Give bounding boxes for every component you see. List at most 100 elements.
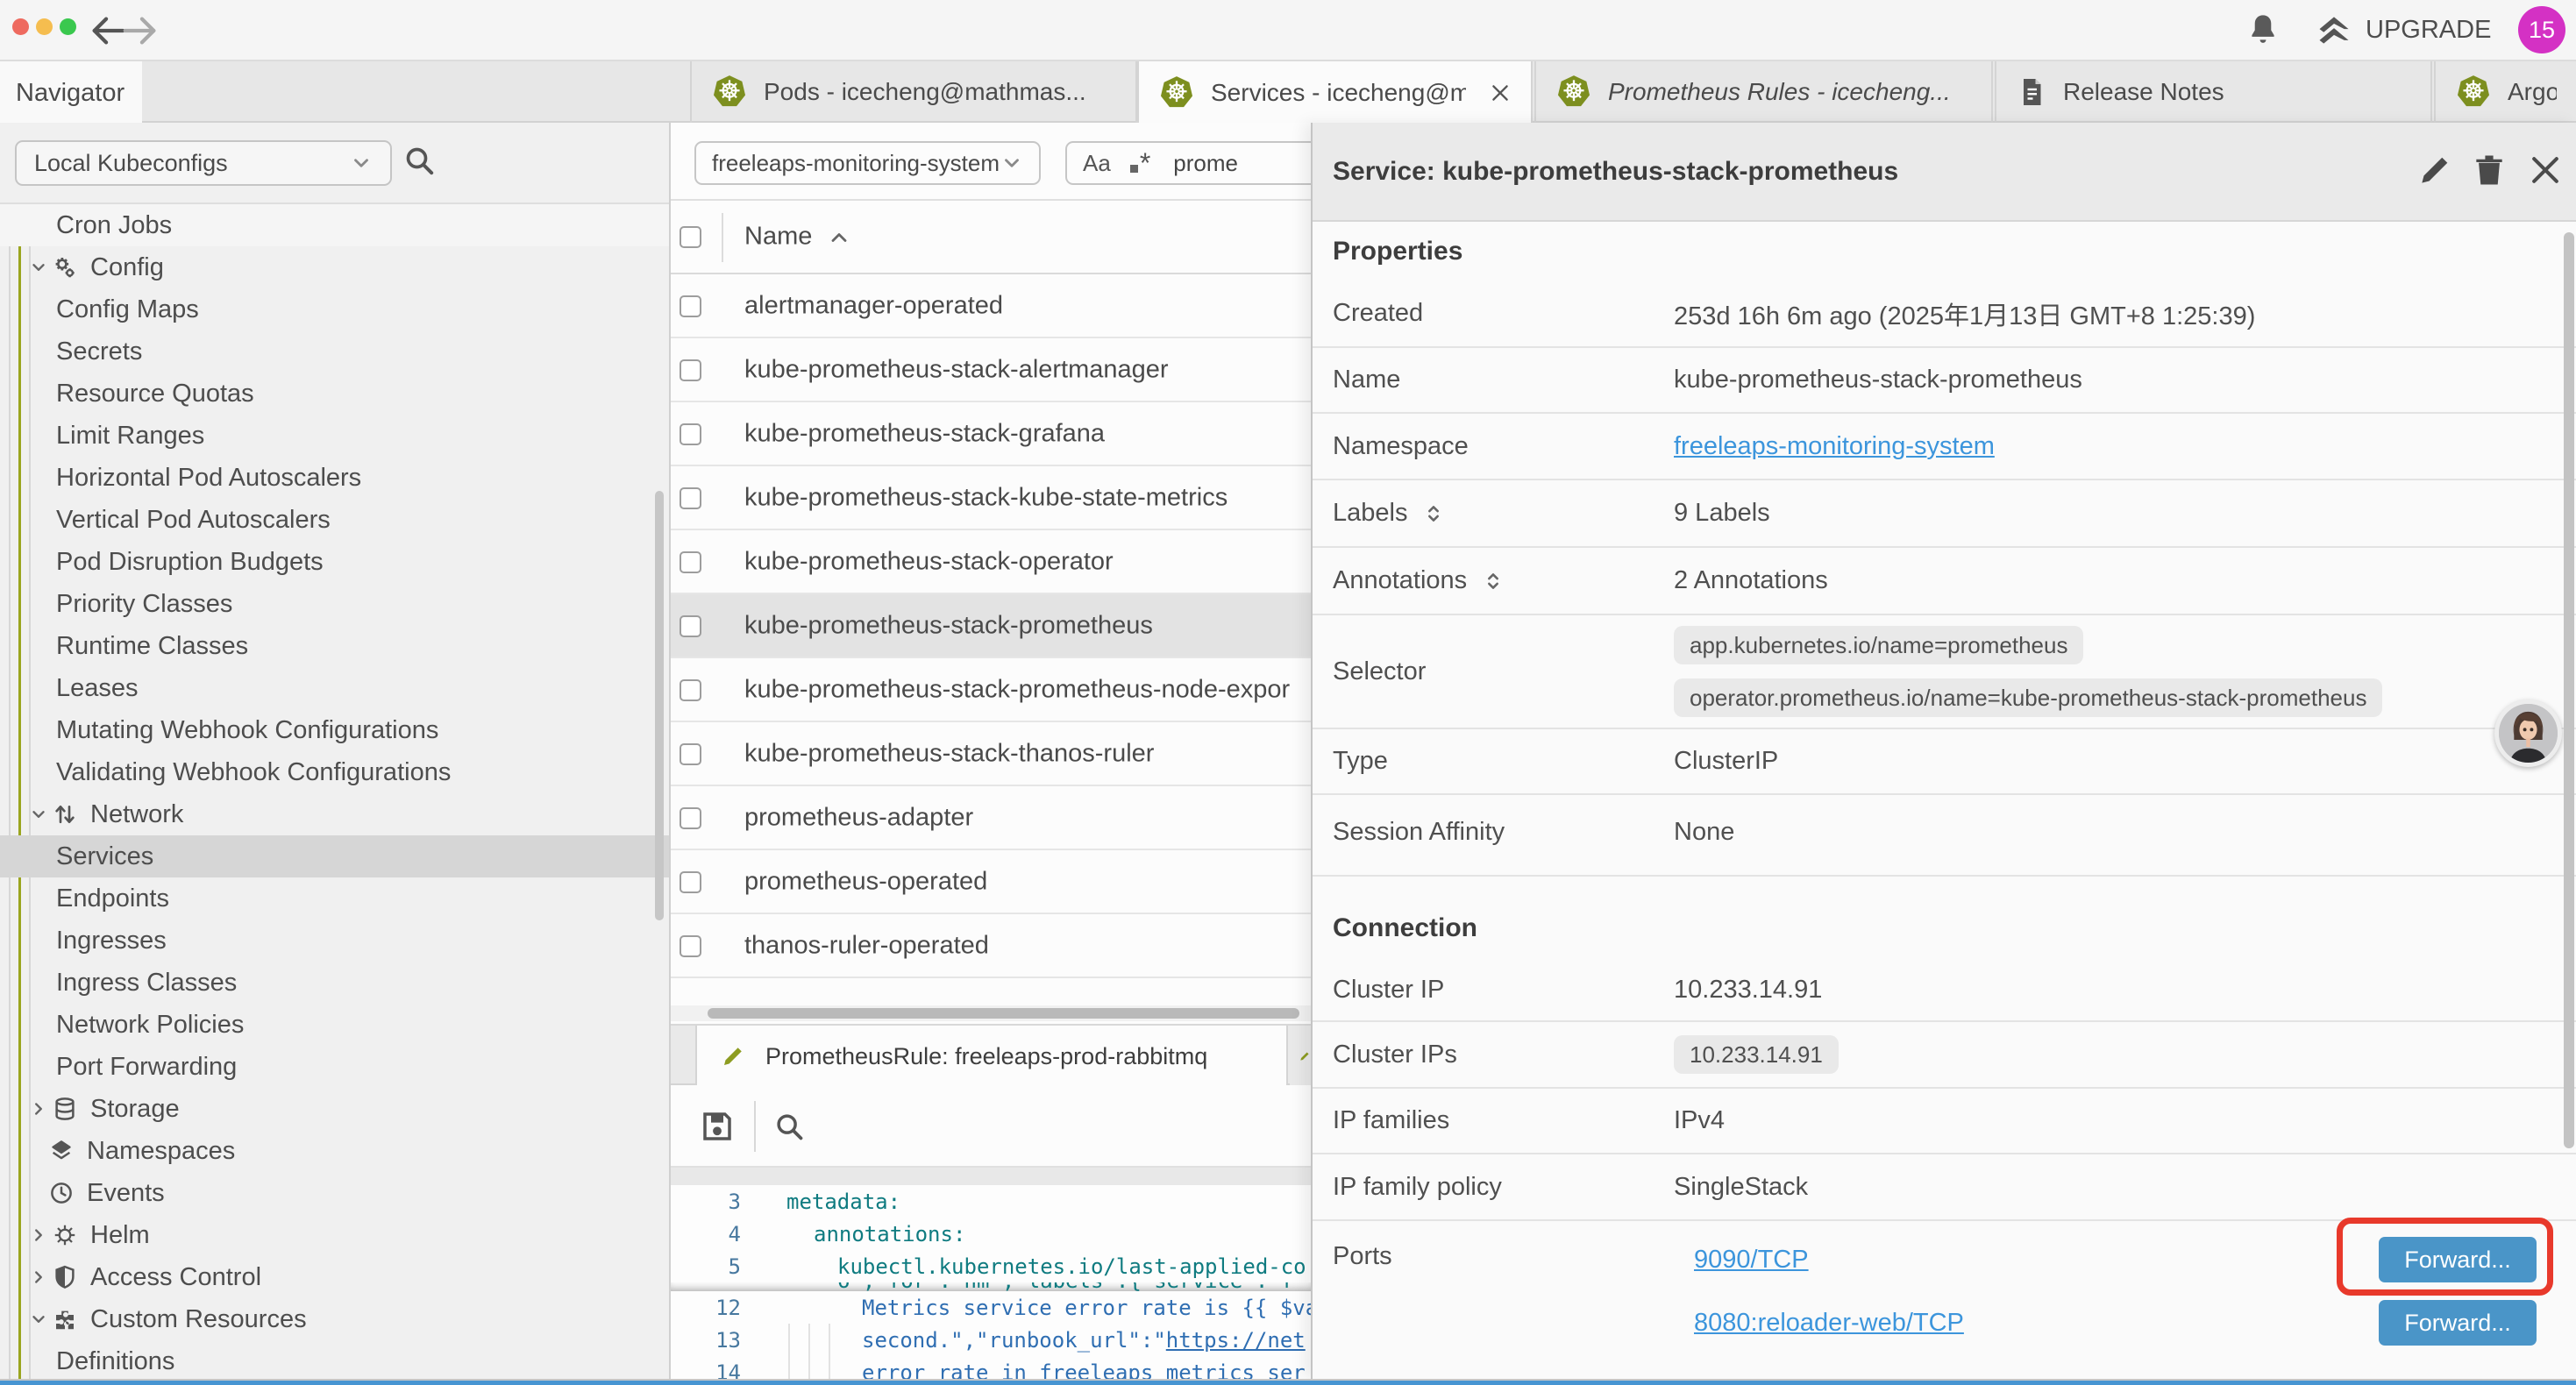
tab-release-notes[interactable]: Release Notes [1995, 61, 2432, 123]
selector-chip[interactable]: operator.prometheus.io/name=kube-prometh… [1674, 678, 2382, 717]
tab-argo[interactable]: Argo Se [2434, 61, 2576, 123]
sidebar-item-ingress-classes[interactable]: Ingress Classes [0, 962, 669, 1004]
window-minimize-button[interactable] [36, 18, 53, 35]
tab-prometheus-rules[interactable]: Prometheus Rules - icecheng... [1534, 61, 1993, 123]
sidebar-item-port-forwarding[interactable]: Port Forwarding [0, 1046, 669, 1088]
sidebar-item-mutating-webhook-configurations[interactable]: Mutating Webhook Configurations [0, 709, 669, 751]
sidebar-item-runtime-classes[interactable]: Runtime Classes [0, 625, 669, 667]
delete-icon[interactable] [2470, 151, 2508, 189]
kubeconfig-selector[interactable]: Local Kubeconfigs [15, 140, 392, 186]
property-row-cluster-ip: Cluster IP 10.233.14.91 [1313, 960, 2576, 1022]
sidebar-scrollbar[interactable] [655, 491, 664, 920]
table-row[interactable]: kube-prometheus-stack-grafana [671, 402, 1311, 466]
row-checkbox[interactable] [680, 807, 701, 829]
row-checkbox[interactable] [680, 871, 701, 893]
window-zoom-button[interactable] [60, 18, 76, 35]
table-row[interactable]: alertmanager-operated [671, 274, 1311, 338]
editor-tab-prometheusrule[interactable]: PrometheusRule: freeleaps-prod-rabbitmq [695, 1026, 1288, 1087]
close-icon[interactable] [2526, 151, 2565, 189]
drawer-scrollbar[interactable] [2564, 232, 2574, 1148]
port-link-9090[interactable]: 9090/TCP [1694, 1246, 1809, 1275]
table-row[interactable]: kube-prometheus-stack-alertmanager [671, 338, 1311, 402]
table-row[interactable]: kube-prometheus-stack-thanos-ruler [671, 722, 1311, 786]
forward-arrow-icon[interactable] [120, 11, 160, 51]
table-row-selected[interactable]: kube-prometheus-stack-prometheus [671, 594, 1311, 658]
horizontal-scrollbar[interactable] [671, 1005, 1311, 1021]
row-checkbox[interactable] [680, 615, 701, 637]
sidebar-item-ingresses[interactable]: Ingresses [0, 920, 669, 962]
editor-search-icon[interactable] [772, 1110, 806, 1143]
port-link-8080[interactable]: 8080:reloader-web/TCP [1694, 1309, 1964, 1338]
edit-icon[interactable] [2416, 151, 2454, 189]
sidebar-item-config-maps[interactable]: Config Maps [0, 288, 669, 330]
row-checkbox[interactable] [680, 359, 701, 381]
sidebar-item-resource-quotas[interactable]: Resource Quotas [0, 373, 669, 415]
table-row[interactable]: thanos-ruler-operated [671, 914, 1311, 978]
sidebar-item-services[interactable]: Services [0, 835, 669, 877]
sidebar-item-limit-ranges[interactable]: Limit Ranges [0, 415, 669, 457]
sidebar-group-config[interactable]: Config [0, 246, 669, 288]
sidebar-item-definitions[interactable]: Definitions [0, 1340, 669, 1379]
sidebar-item-events[interactable]: Events [0, 1172, 669, 1214]
row-checkbox[interactable] [680, 423, 701, 445]
tab-pods[interactable]: Pods - icecheng@mathmas... [690, 61, 1137, 123]
editor-tab-partial[interactable] [1290, 1026, 1311, 1087]
sidebar-group-access-control[interactable]: Access Control [0, 1256, 669, 1298]
selector-chip[interactable]: app.kubernetes.io/name=prometheus [1674, 626, 2083, 664]
table-row[interactable]: prometheus-operated [671, 850, 1311, 914]
row-checkbox[interactable] [680, 935, 701, 957]
row-checkbox[interactable] [680, 487, 701, 509]
forward-button-8080[interactable]: Forward... [2379, 1300, 2537, 1346]
namespace-filter-dropdown[interactable]: freeleaps-monitoring-system [694, 141, 1041, 185]
sidebar-item-namespaces[interactable]: Namespaces [0, 1130, 669, 1172]
table-search-input[interactable]: Aa * prome [1065, 141, 1328, 185]
row-checkbox[interactable] [680, 743, 701, 765]
sidebar-group-custom-resources[interactable]: Custom Resources [0, 1298, 669, 1340]
sidebar-item-cron-jobs[interactable]: Cron Jobs [0, 204, 669, 246]
sidebar-group-network[interactable]: Network [0, 793, 669, 835]
sidebar-item-secrets[interactable]: Secrets [0, 330, 669, 373]
row-checkbox[interactable] [680, 679, 701, 701]
regex-toggle[interactable]: * [1130, 154, 1150, 173]
column-divider[interactable] [722, 213, 723, 262]
window-close-button[interactable] [12, 18, 29, 35]
row-checkbox[interactable] [680, 295, 701, 317]
table-row[interactable]: kube-prometheus-stack-kube-state-metrics [671, 466, 1311, 530]
match-case-toggle[interactable]: Aa [1083, 150, 1111, 177]
notification-count-badge[interactable]: 15 [2518, 6, 2565, 53]
navigator-panel-tab[interactable]: Navigator [0, 61, 142, 124]
sidebar-group-helm[interactable]: Helm [0, 1214, 669, 1256]
save-icon[interactable] [699, 1108, 736, 1145]
sidebar-item-horizontal-pod-autoscalers[interactable]: Horizontal Pod Autoscalers [0, 457, 669, 499]
table-row[interactable]: kube-prometheus-stack-operator [671, 530, 1311, 594]
sidebar-item-vertical-pod-autoscalers[interactable]: Vertical Pod Autoscalers [0, 499, 669, 541]
sort-ascending-icon[interactable] [827, 225, 851, 250]
sidebar-item-network-policies[interactable]: Network Policies [0, 1004, 669, 1046]
select-all-checkbox[interactable] [680, 226, 701, 248]
scrollbar-thumb[interactable] [708, 1008, 1299, 1019]
tab-close-icon[interactable] [1489, 82, 1512, 104]
expand-labels-icon[interactable] [1421, 501, 1446, 526]
tab-services[interactable]: Services - icecheng@math... [1137, 61, 1533, 124]
chevron-down-icon [1000, 152, 1023, 174]
sidebar-group-storage[interactable]: Storage [0, 1088, 669, 1130]
table-row[interactable]: kube-prometheus-stack-prometheus-node-ex… [671, 658, 1311, 722]
expand-annotations-icon[interactable] [1481, 569, 1505, 593]
sidebar-item-validating-webhook-configurations[interactable]: Validating Webhook Configurations [0, 751, 669, 793]
notifications-bell-icon[interactable] [2245, 11, 2281, 48]
row-checkbox[interactable] [680, 551, 701, 573]
namespace-link[interactable]: freeleaps-monitoring-system [1674, 432, 1995, 461]
drawer-title: Service: kube-prometheus-stack-prometheu… [1333, 157, 1898, 187]
user-avatar[interactable] [2494, 700, 2562, 767]
sidebar-search-icon[interactable] [402, 143, 437, 178]
sidebar-item-leases[interactable]: Leases [0, 667, 669, 709]
sidebar-item-endpoints[interactable]: Endpoints [0, 877, 669, 920]
cluster-ip-chip[interactable]: 10.233.14.91 [1674, 1035, 1839, 1074]
table-row[interactable]: prometheus-adapter [671, 786, 1311, 850]
upgrade-button[interactable]: UPGRADE [2315, 10, 2491, 50]
sidebar-item-priority-classes[interactable]: Priority Classes [0, 583, 669, 625]
sidebar-item-pod-disruption-budgets[interactable]: Pod Disruption Budgets [0, 541, 669, 583]
tab-label: Release Notes [2063, 78, 2224, 106]
yaml-editor[interactable]: 3metadata: 4annotations: 5kubectl.kubern… [671, 1185, 1311, 1379]
column-header-name[interactable]: Name [744, 223, 812, 252]
